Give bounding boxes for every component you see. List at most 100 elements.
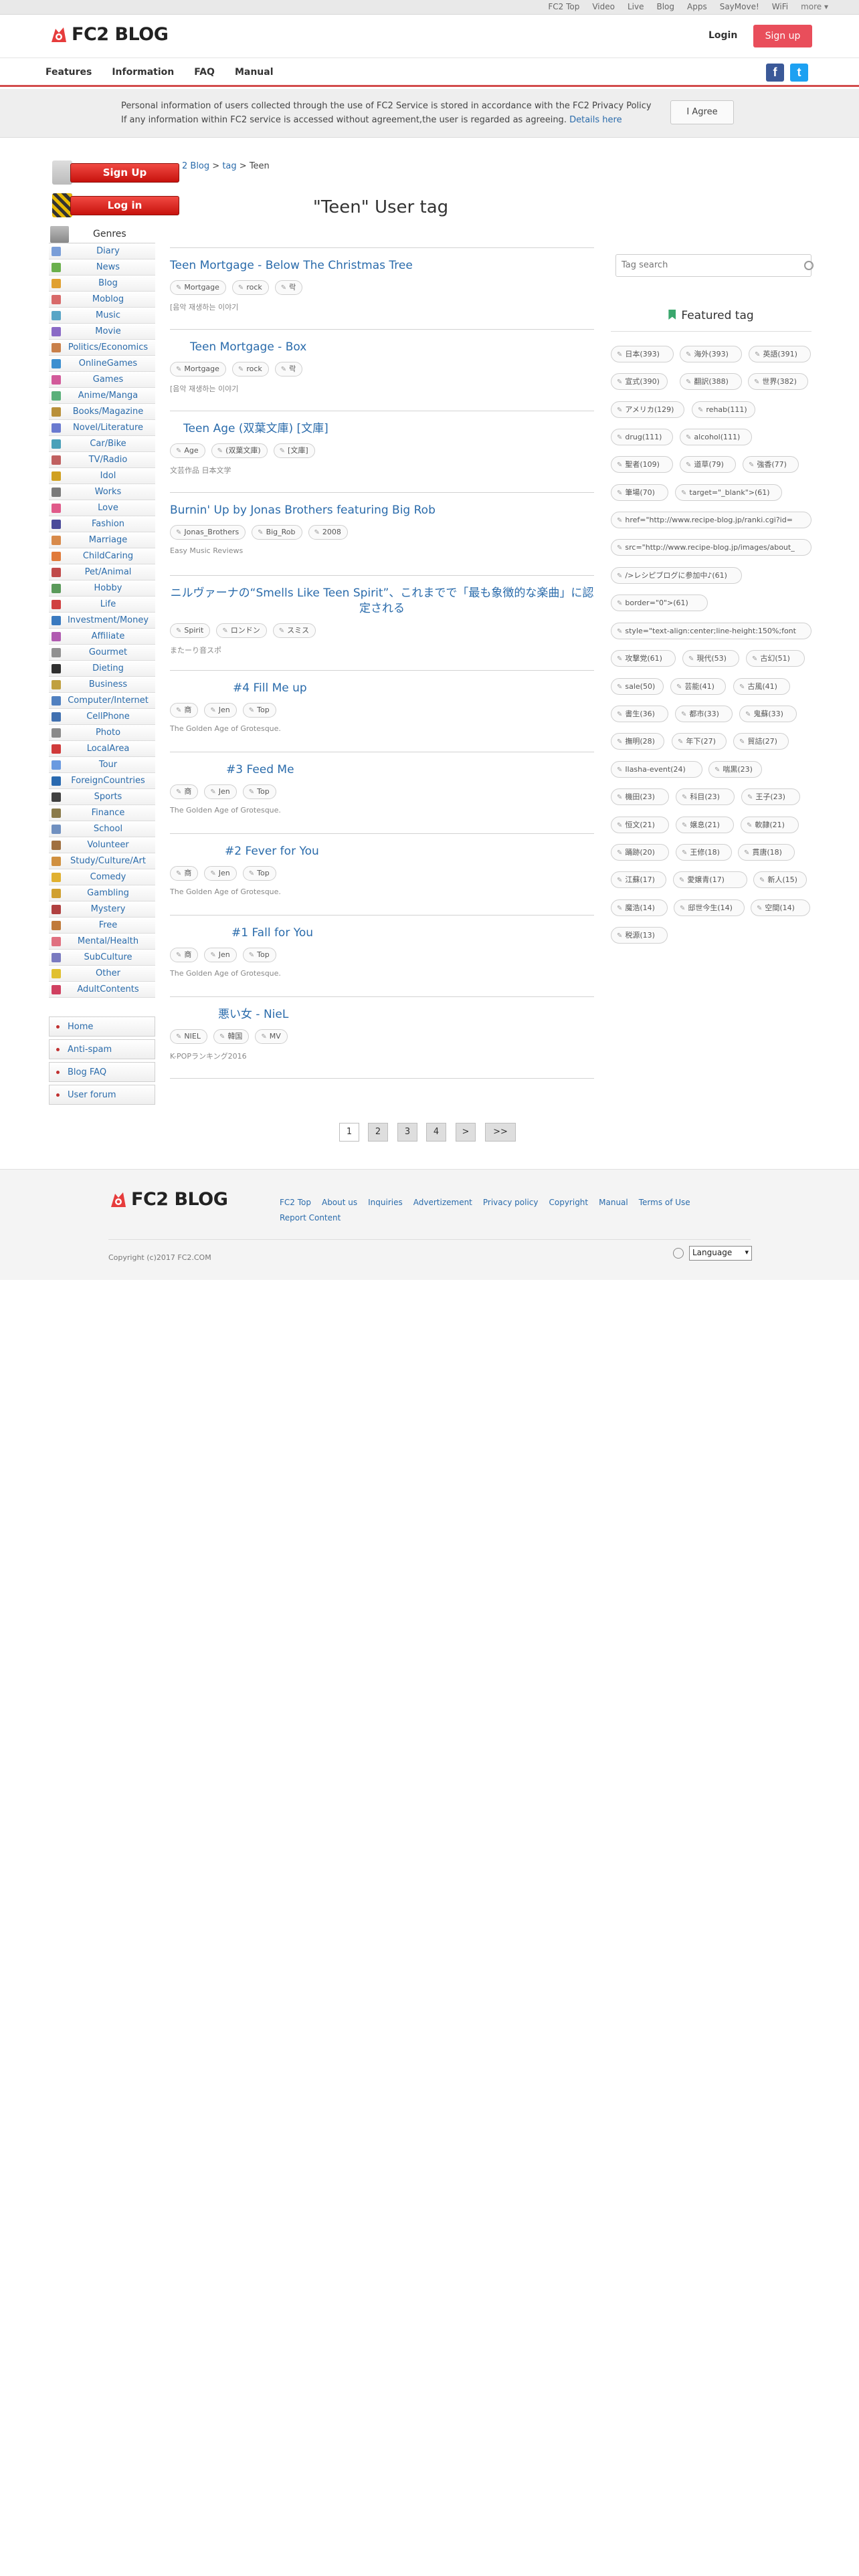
featured-tag[interactable]: alcohol(111) [680,429,752,445]
nav-item[interactable]: Features [45,67,92,78]
featured-tag[interactable]: 王修(18) [676,844,732,861]
genre-item-study-culture-art[interactable]: Study/Culture/Art [49,853,155,869]
genre-item-photo[interactable]: Photo [49,725,155,741]
genre-item-investment-money[interactable]: Investment/Money [49,613,155,629]
tag-chip[interactable]: [文庫] [273,443,315,458]
tag-chip[interactable]: 商 [170,784,199,799]
sidebar-link-user-forum[interactable]: User forum [49,1085,155,1105]
featured-tag[interactable]: 世界(382) [748,373,808,390]
footer-link[interactable]: Advertizement [413,1195,472,1210]
genre-item-diary[interactable]: Diary [49,243,155,259]
facebook-icon[interactable]: f [766,64,784,82]
nav-item[interactable]: Information [112,67,174,78]
tag-chip[interactable]: Mortgage [170,280,226,295]
genre-item-news[interactable]: News [49,259,155,276]
genre-item-mystery[interactable]: Mystery [49,901,155,918]
nav-item[interactable]: FAQ [194,67,215,78]
post-blog-name[interactable]: K-POPランキング2016 [170,1051,594,1061]
page-4-button[interactable]: 4 [426,1123,446,1142]
post-title[interactable]: Teen Age (双葉文庫) [文庫] [170,421,594,437]
featured-tag[interactable]: 科目(23) [676,788,735,805]
sidebar-link-home[interactable]: Home [49,1016,155,1037]
tag-chip[interactable]: Big_Rob [252,525,302,540]
post-blog-name[interactable]: 文芸作品 日本文学 [170,465,594,475]
featured-tag[interactable]: 聖者(109) [611,456,673,473]
featured-tag[interactable]: 古幻(51) [746,650,805,667]
featured-tag[interactable]: sale(50) [611,678,664,695]
genre-item-sports[interactable]: Sports [49,789,155,805]
post-title[interactable]: Teen Mortgage - Below The Christmas Tree [170,258,594,274]
tag-chip[interactable]: Top [242,866,276,881]
footer-link[interactable]: Privacy policy [483,1195,539,1210]
post-title[interactable]: Teen Mortgage - Box [170,340,594,355]
tag-chip[interactable]: rock [231,362,269,377]
featured-tag[interactable]: 攻撃党(61) [611,650,676,667]
details-link[interactable]: Details here [569,115,622,125]
post-title[interactable]: ニルヴァーナの“Smells Like Teen Spirit”、これまでで「最… [170,586,594,617]
featured-tag[interactable]: 海外(393) [680,346,742,362]
featured-tag[interactable]: 踊跡(20) [611,844,669,861]
top-link[interactable]: WiFi [772,2,788,12]
genre-item-cellphone[interactable]: CellPhone [49,709,155,725]
breadcrumb-tag[interactable]: tag [222,161,236,171]
page-3-button[interactable]: 3 [397,1123,417,1142]
featured-tag[interactable]: 機田(23) [611,788,669,805]
tag-chip[interactable]: 商 [170,948,199,962]
fc2-blog-logo[interactable]: FC2 BLOG [49,25,169,45]
featured-tag[interactable]: style="text-align:center;line-height:150… [611,623,812,639]
genre-item-gourmet[interactable]: Gourmet [49,645,155,661]
footer-link[interactable]: Inquiries [368,1195,403,1210]
post-blog-name[interactable]: またーり音スポ [170,645,594,655]
post-blog-name[interactable]: The Golden Age of Grotesque. [170,969,594,978]
featured-tag[interactable]: 新人(15) [753,871,807,888]
featured-tag[interactable]: 鬼蘇(33) [739,706,797,722]
featured-tag[interactable]: 年下(27) [672,733,727,750]
genre-item-computer-internet[interactable]: Computer/Internet [49,693,155,709]
agree-button[interactable]: I Agree [670,100,734,124]
genre-item-novel-literature[interactable]: Novel/Literature [49,420,155,436]
genre-item-dieting[interactable]: Dieting [49,661,155,677]
genre-item-movie[interactable]: Movie [49,324,155,340]
breadcrumb-blog[interactable]: 2 Blog [182,161,209,171]
tag-chip[interactable]: Top [242,703,276,718]
genre-item-business[interactable]: Business [49,677,155,693]
tag-chip[interactable]: 2008 [308,525,348,540]
post-title[interactable]: #2 Fever for You [170,844,594,859]
genre-item-adultcontents[interactable]: AdultContents [49,982,155,998]
genre-item-music[interactable]: Music [49,308,155,324]
featured-tag[interactable]: 貫唐(18) [738,844,795,861]
footer-link[interactable]: Copyright [549,1195,588,1210]
tag-chip[interactable]: Mortgage [170,362,226,377]
tag-chip[interactable]: Jonas_Brothers [170,525,246,540]
post-blog-name[interactable]: Easy Music Reviews [170,546,594,555]
tag-chip[interactable]: Jen [204,866,237,881]
page-1-button[interactable]: 1 [339,1123,359,1142]
tag-chip[interactable]: rock [231,280,269,295]
featured-tag[interactable]: 恒文(21) [611,817,669,833]
nav-item[interactable]: Manual [235,67,274,78]
tag-chip[interactable]: スミス [272,623,316,638]
genre-item-onlinegames[interactable]: OnlineGames [49,356,155,372]
next-page-button[interactable]: > [456,1123,476,1142]
featured-tag[interactable]: 筆場(70) [611,484,668,501]
featured-tag[interactable]: target="_blank">(61) [675,484,782,501]
tag-chip[interactable]: ロンドン [216,623,267,638]
tag-search[interactable] [615,254,814,277]
featured-tag[interactable]: 税源(13) [611,927,668,944]
genre-item-subculture[interactable]: SubCulture [49,950,155,966]
genre-item-pet-animal[interactable]: Pet/Animal [49,564,155,580]
post-title[interactable]: #1 Fall for You [170,926,594,941]
language-select[interactable]: Language [689,1246,752,1261]
post-title[interactable]: Burnin' Up by Jonas Brothers featuring B… [170,503,594,518]
footer-link[interactable]: Terms of Use [639,1195,690,1210]
tag-chip[interactable]: Jen [204,784,237,799]
footer-link[interactable]: Report Content [280,1210,341,1225]
genre-item-anime-manga[interactable]: Anime/Manga [49,388,155,404]
genre-item-marriage[interactable]: Marriage [49,532,155,548]
genre-item-moblog[interactable]: Moblog [49,292,155,308]
genre-item-other[interactable]: Other [49,966,155,982]
post-title[interactable]: #4 Fill Me up [170,681,594,696]
featured-tag[interactable]: 江蘇(17) [611,871,666,888]
genre-item-volunteer[interactable]: Volunteer [49,837,155,853]
genre-item-foreigncountries[interactable]: ForeignCountries [49,773,155,789]
